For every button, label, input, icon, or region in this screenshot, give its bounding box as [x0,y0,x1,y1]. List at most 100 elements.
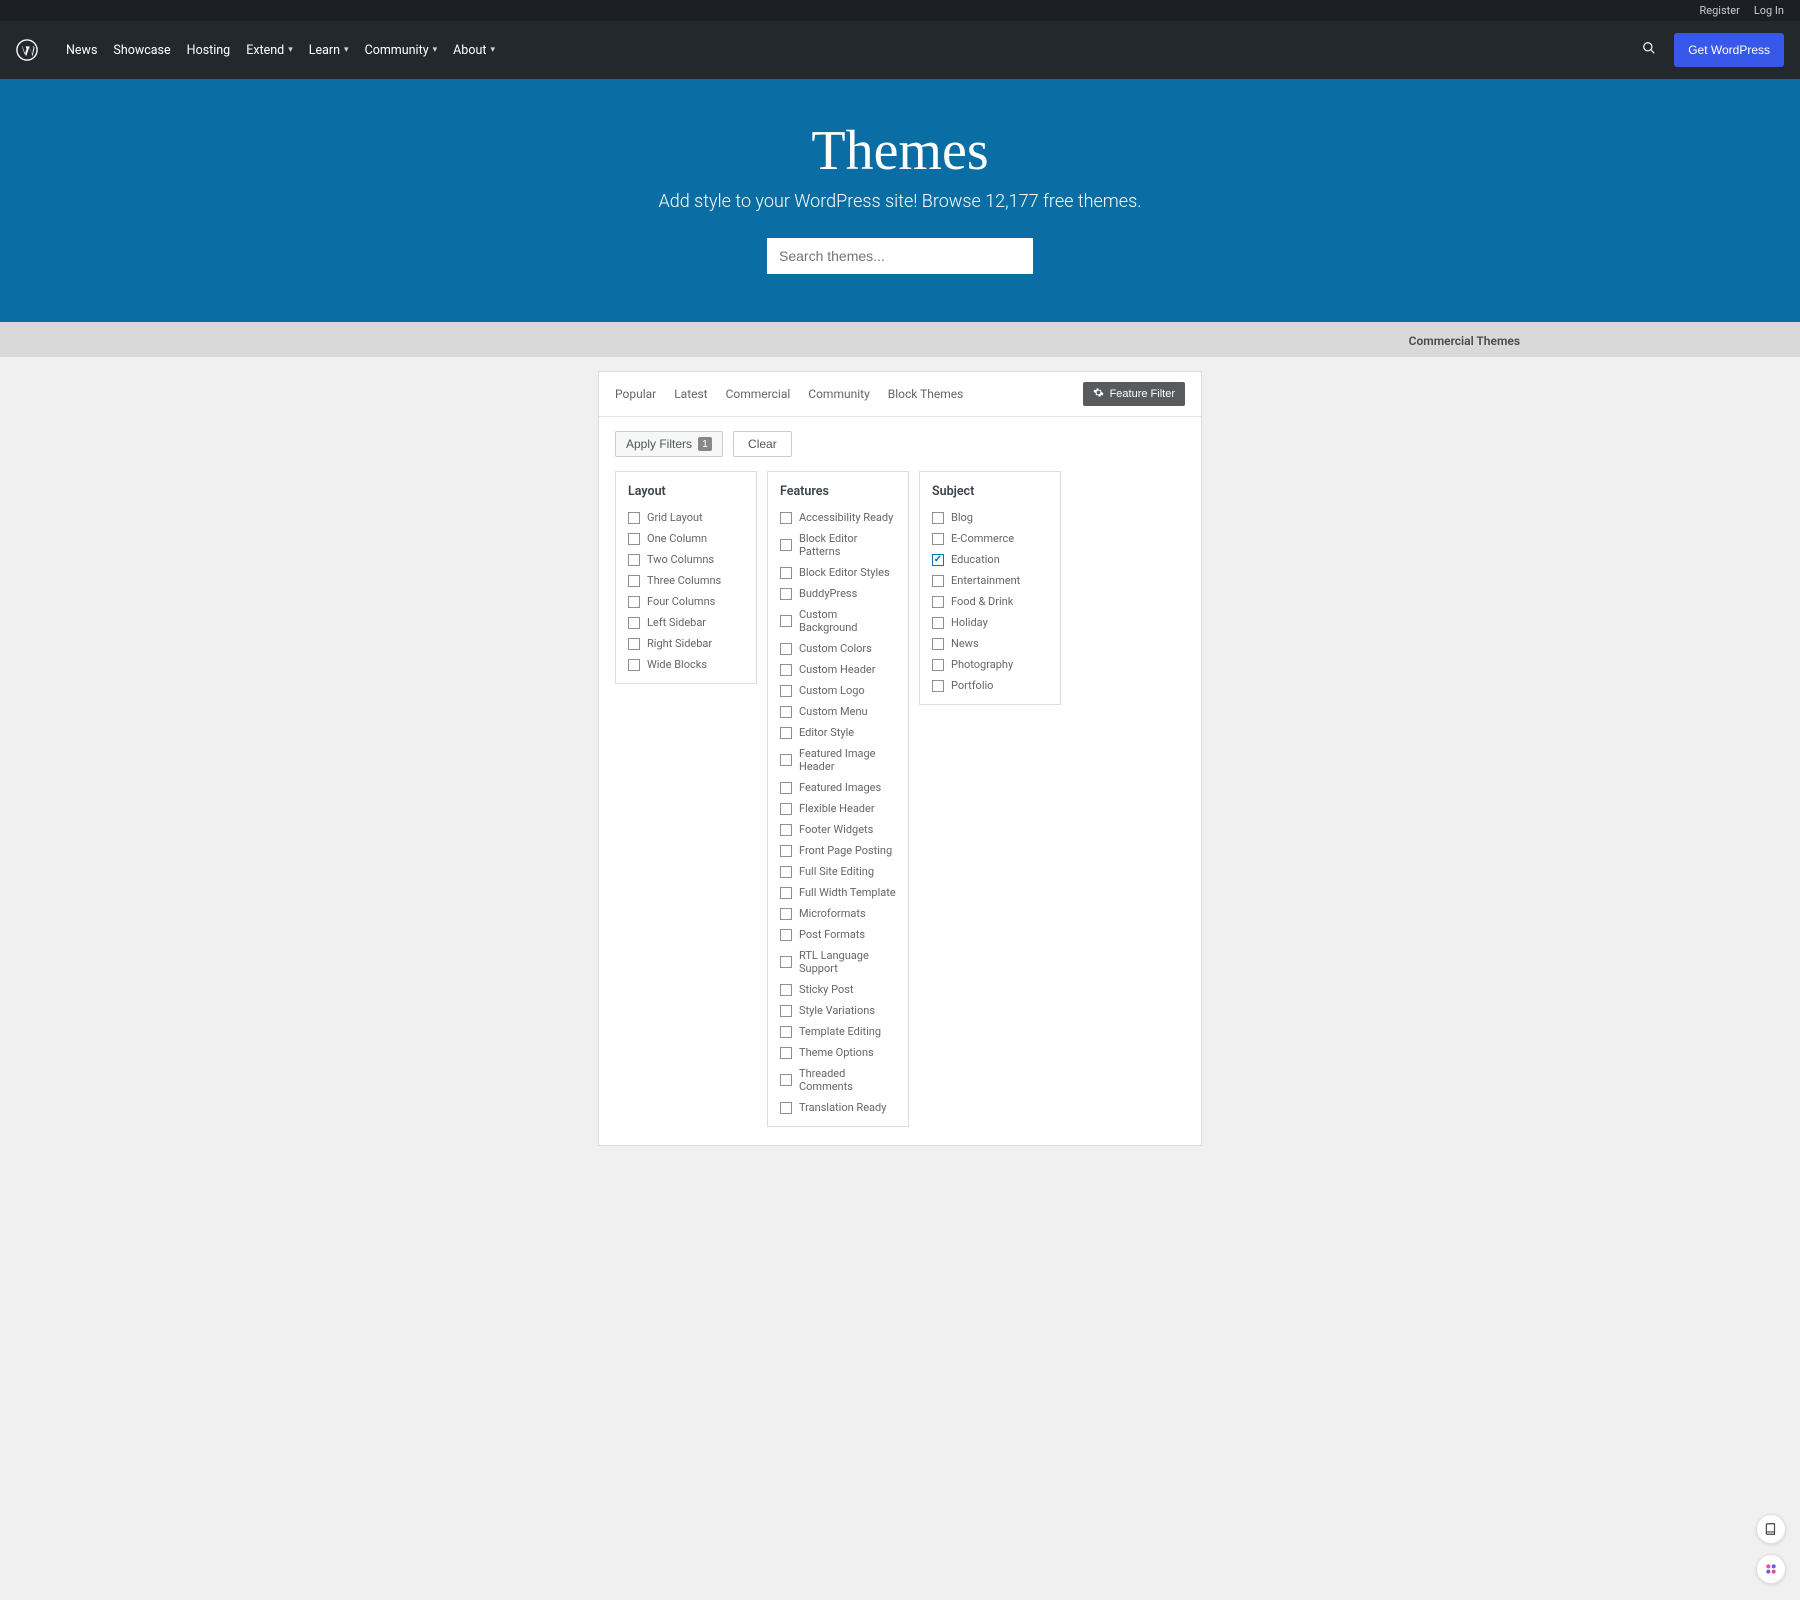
filter-option[interactable]: Portfolio [932,679,1048,692]
tab-popular[interactable]: Popular [615,387,656,401]
filter-option[interactable]: Custom Colors [780,642,896,655]
checkbox-icon[interactable] [932,596,944,608]
checkbox-icon[interactable] [932,554,944,566]
filter-option[interactable]: Education [932,553,1048,566]
checkbox-icon[interactable] [628,596,640,608]
checkbox-icon[interactable] [780,567,792,579]
checkbox-icon[interactable] [780,664,792,676]
checkbox-icon[interactable] [780,803,792,815]
filter-option[interactable]: Block Editor Patterns [780,532,896,558]
nav-item-about[interactable]: About ▾ [453,43,495,58]
nav-item-learn[interactable]: Learn ▾ [309,43,349,58]
help-book-icon[interactable] [1756,1514,1786,1544]
search-themes-input[interactable] [767,238,1033,274]
register-link[interactable]: Register [1700,4,1740,17]
nav-item-extend[interactable]: Extend ▾ [246,43,293,58]
filter-option[interactable]: BuddyPress [780,587,896,600]
search-icon[interactable] [1642,41,1656,59]
commercial-themes-link[interactable]: Commercial Themes [1409,334,1520,348]
checkbox-icon[interactable] [932,638,944,650]
filter-option[interactable]: Featured Images [780,781,896,794]
checkbox-icon[interactable] [628,512,640,524]
filter-option[interactable]: Block Editor Styles [780,566,896,579]
checkbox-icon[interactable] [628,659,640,671]
checkbox-icon[interactable] [628,617,640,629]
checkbox-icon[interactable] [780,1074,792,1086]
filter-option[interactable]: One Column [628,532,744,545]
filter-option[interactable]: Style Variations [780,1004,896,1017]
get-wordpress-button[interactable]: Get WordPress [1674,33,1784,67]
checkbox-icon[interactable] [628,638,640,650]
login-link[interactable]: Log In [1754,4,1784,17]
filter-option[interactable]: Wide Blocks [628,658,744,671]
filter-option[interactable]: Template Editing [780,1025,896,1038]
tab-community[interactable]: Community [808,387,869,401]
filter-option[interactable]: Accessibility Ready [780,511,896,524]
clear-filters-button[interactable]: Clear [733,431,792,457]
nav-item-showcase[interactable]: Showcase [113,43,170,58]
checkbox-icon[interactable] [780,866,792,878]
filter-option[interactable]: Blog [932,511,1048,524]
filter-option[interactable]: Threaded Comments [780,1067,896,1093]
checkbox-icon[interactable] [780,782,792,794]
filter-option[interactable]: Full Width Template [780,886,896,899]
checkbox-icon[interactable] [780,643,792,655]
filter-option[interactable]: Custom Menu [780,705,896,718]
filter-option[interactable]: Four Columns [628,595,744,608]
checkbox-icon[interactable] [780,929,792,941]
checkbox-icon[interactable] [780,754,792,766]
checkbox-icon[interactable] [780,956,792,968]
checkbox-icon[interactable] [780,1102,792,1114]
checkbox-icon[interactable] [780,512,792,524]
checkbox-icon[interactable] [932,512,944,524]
filter-option[interactable]: Custom Header [780,663,896,676]
filter-option[interactable]: News [932,637,1048,650]
checkbox-icon[interactable] [932,680,944,692]
feature-filter-button[interactable]: Feature Filter [1083,382,1185,406]
filter-option[interactable]: Photography [932,658,1048,671]
checkbox-icon[interactable] [780,845,792,857]
tab-commercial[interactable]: Commercial [726,387,791,401]
filter-option[interactable]: E-Commerce [932,532,1048,545]
filter-option[interactable]: Entertainment [932,574,1048,587]
filter-option[interactable]: Footer Widgets [780,823,896,836]
filter-option[interactable]: Editor Style [780,726,896,739]
filter-option[interactable]: Featured Image Header [780,747,896,773]
filter-option[interactable]: Translation Ready [780,1101,896,1114]
filter-option[interactable]: Theme Options [780,1046,896,1059]
checkbox-icon[interactable] [780,824,792,836]
filter-option[interactable]: Custom Logo [780,684,896,697]
filter-option[interactable]: Microformats [780,907,896,920]
checkbox-icon[interactable] [780,1047,792,1059]
checkbox-icon[interactable] [780,1026,792,1038]
apply-filters-button[interactable]: Apply Filters 1 [615,431,723,457]
filter-option[interactable]: Post Formats [780,928,896,941]
checkbox-icon[interactable] [932,617,944,629]
filter-option[interactable]: Two Columns [628,553,744,566]
checkbox-icon[interactable] [780,539,792,551]
checkbox-icon[interactable] [780,727,792,739]
checkbox-icon[interactable] [932,533,944,545]
filter-option[interactable]: Sticky Post [780,983,896,996]
filter-option[interactable]: Full Site Editing [780,865,896,878]
filter-option[interactable]: Grid Layout [628,511,744,524]
filter-option[interactable]: Holiday [932,616,1048,629]
assistant-icon[interactable] [1756,1554,1786,1584]
filter-option[interactable]: Front Page Posting [780,844,896,857]
filter-option[interactable]: Food & Drink [932,595,1048,608]
tab-block-themes[interactable]: Block Themes [888,387,964,401]
checkbox-icon[interactable] [780,984,792,996]
checkbox-icon[interactable] [628,554,640,566]
checkbox-icon[interactable] [780,706,792,718]
checkbox-icon[interactable] [780,1005,792,1017]
nav-item-community[interactable]: Community ▾ [365,43,438,58]
checkbox-icon[interactable] [780,615,792,627]
nav-item-news[interactable]: News [66,43,97,58]
checkbox-icon[interactable] [780,685,792,697]
filter-option[interactable]: RTL Language Support [780,949,896,975]
checkbox-icon[interactable] [628,533,640,545]
filter-option[interactable]: Custom Background [780,608,896,634]
filter-option[interactable]: Three Columns [628,574,744,587]
wordpress-logo-icon[interactable] [16,39,38,61]
checkbox-icon[interactable] [780,908,792,920]
